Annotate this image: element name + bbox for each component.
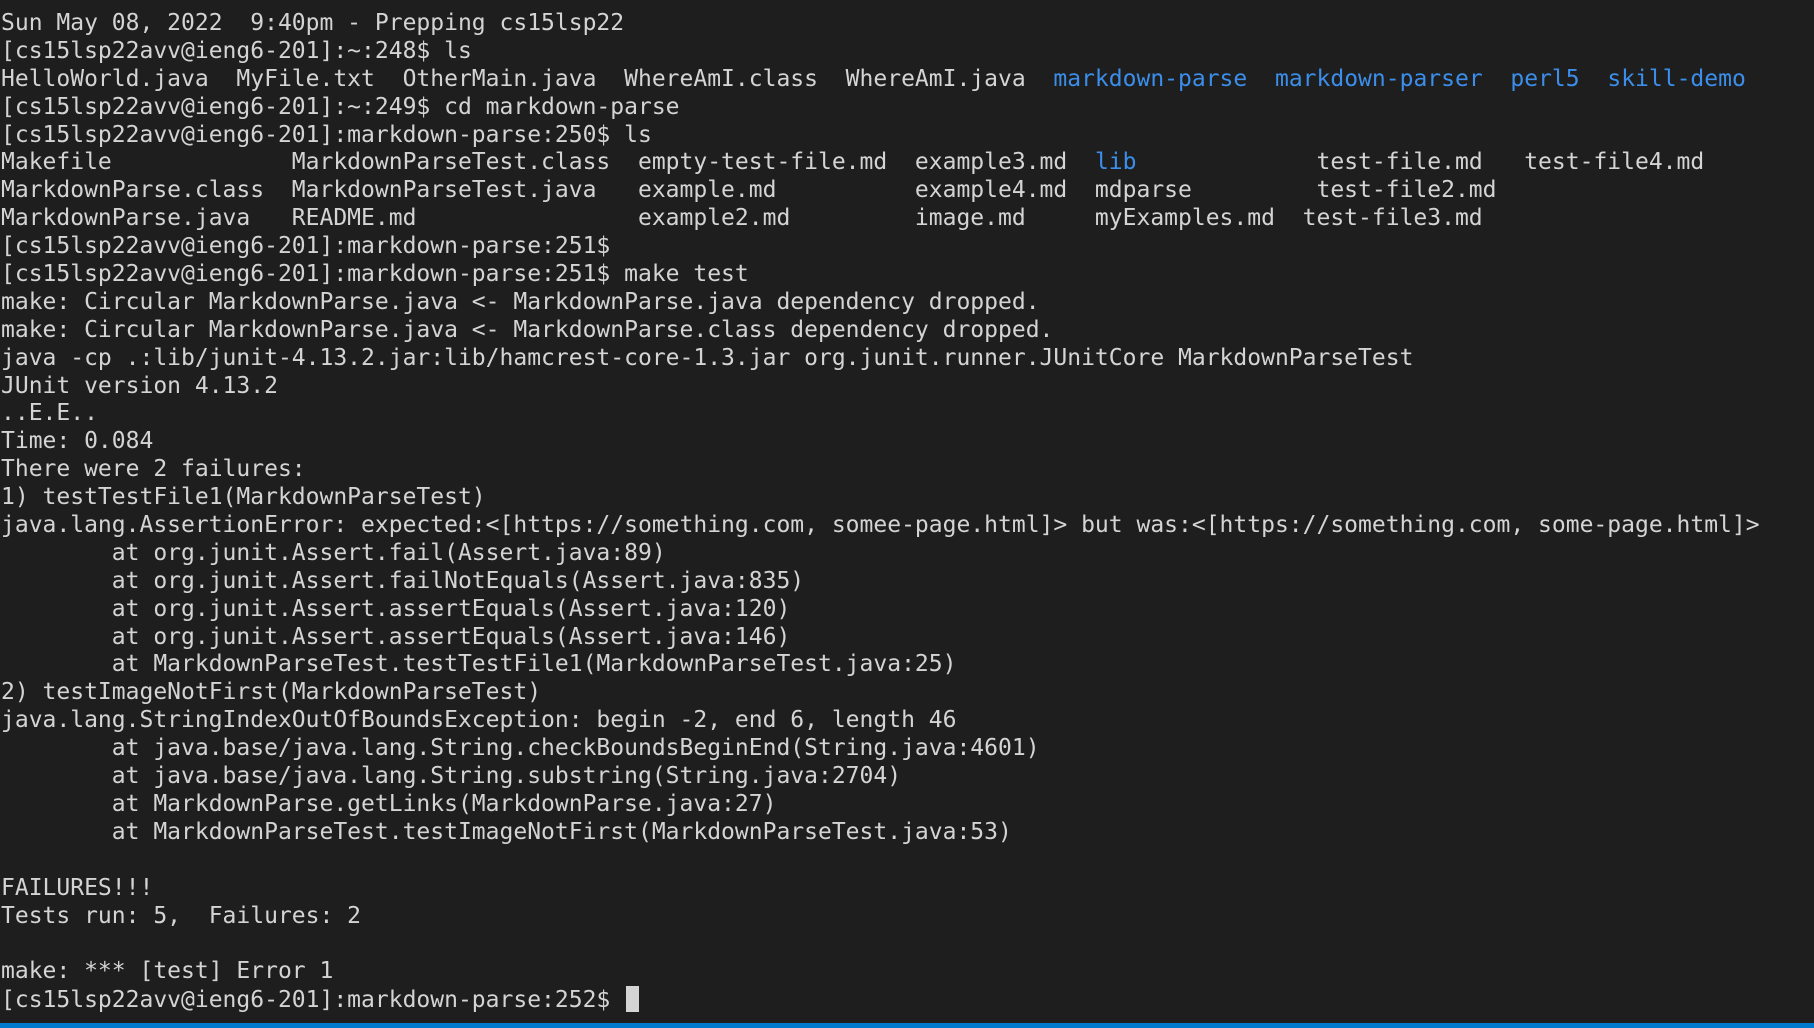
terminal-text: MarkdownParse.java README.md example2.md… [1, 205, 1483, 232]
terminal-text: 2) testImageNotFirst(MarkdownParseTest) [1, 679, 542, 706]
terminal-text: test-file.md test-file4.md [1136, 149, 1705, 176]
directory-name: perl5 [1510, 65, 1580, 92]
terminal-line: java.lang.StringIndexOutOfBoundsExceptio… [1, 707, 1814, 735]
terminal-text: Time: 0.084 [1, 428, 154, 455]
terminal-line: at java.base/java.lang.String.checkBound… [1, 735, 1814, 763]
terminal-line: [cs15lsp22avv@ieng6-201]:~:248$ ls [1, 38, 1814, 66]
terminal-line: 1) testTestFile1(MarkdownParseTest) [1, 484, 1814, 512]
terminal-text: There were 2 failures: [1, 456, 306, 483]
terminal-cursor[interactable] [626, 986, 640, 1013]
terminal-text: java -cp .:lib/junit-4.13.2.jar:lib/hamc… [1, 344, 1414, 371]
terminal-text: 1) testTestFile1(MarkdownParseTest) [1, 484, 486, 511]
terminal-text: FAILURES!!! [1, 874, 154, 901]
terminal-line: There were 2 failures: [1, 456, 1814, 484]
terminal-line: make: *** [test] Error 1 [1, 958, 1814, 986]
terminal-line: MarkdownParse.class MarkdownParseTest.ja… [1, 177, 1814, 205]
terminal-text: at org.junit.Assert.fail(Assert.java:89) [1, 539, 666, 566]
terminal-line: [cs15lsp22avv@ieng6-201]:markdown-parse:… [1, 986, 1814, 1014]
terminal-text: [cs15lsp22avv@ieng6-201]:markdown-parse:… [1, 121, 652, 148]
terminal-line: at MarkdownParse.getLinks(MarkdownParse.… [1, 791, 1814, 819]
status-bar [0, 1023, 1814, 1028]
terminal-line: Time: 0.084 [1, 428, 1814, 456]
directory-name: skill-demo [1607, 65, 1746, 92]
terminal-text: at MarkdownParseTest.testImageNotFirst(M… [1, 818, 1012, 845]
directory-name: markdown-parser [1274, 65, 1483, 92]
terminal-text: Tests run: 5, Failures: 2 [1, 902, 362, 929]
terminal-line: at org.junit.Assert.assertEquals(Assert.… [1, 596, 1814, 624]
terminal-text: Makefile MarkdownParseTest.class empty-t… [1, 149, 1095, 176]
terminal-line: [cs15lsp22avv@ieng6-201]:markdown-parse:… [1, 122, 1814, 150]
terminal-text: make: *** [test] Error 1 [1, 958, 334, 985]
terminal-line: at org.junit.Assert.fail(Assert.java:89) [1, 540, 1814, 568]
terminal-line: MarkdownParse.java README.md example2.md… [1, 205, 1814, 233]
terminal-text: [cs15lsp22avv@ieng6-201]:markdown-parse:… [1, 987, 625, 1014]
terminal-line: 2) testImageNotFirst(MarkdownParseTest) [1, 679, 1814, 707]
terminal-line: at MarkdownParseTest.testTestFile1(Markd… [1, 651, 1814, 679]
terminal-line: ..E.E.. [1, 400, 1814, 428]
terminal-text: make: Circular MarkdownParse.java <- Mar… [1, 288, 1040, 315]
terminal-text: at org.junit.Assert.assertEquals(Assert.… [1, 623, 791, 650]
terminal-output[interactable]: Sun May 08, 2022 9:40pm - Prepping cs15l… [1, 10, 1814, 1014]
terminal-line: make: Circular MarkdownParse.java <- Mar… [1, 317, 1814, 345]
terminal-text: at org.junit.Assert.failNotEquals(Assert… [1, 567, 805, 594]
terminal-line: JUnit version 4.13.2 [1, 373, 1814, 401]
terminal-text: at java.base/java.lang.String.checkBound… [1, 735, 1040, 762]
terminal-line: java -cp .:lib/junit-4.13.2.jar:lib/hamc… [1, 345, 1814, 373]
terminal-text: [cs15lsp22avv@ieng6-201]:~:248$ ls [1, 37, 472, 64]
terminal-line: FAILURES!!! [1, 875, 1814, 903]
terminal-line: Sun May 08, 2022 9:40pm - Prepping cs15l… [1, 10, 1814, 38]
terminal-line: at org.junit.Assert.failNotEquals(Assert… [1, 568, 1814, 596]
terminal-text: ..E.E.. [1, 400, 98, 427]
terminal-text: [cs15lsp22avv@ieng6-201]:markdown-parse:… [1, 233, 611, 260]
directory-name: lib [1094, 149, 1137, 176]
terminal-line: [cs15lsp22avv@ieng6-201]:markdown-parse:… [1, 261, 1814, 289]
terminal-line: make: Circular MarkdownParse.java <- Mar… [1, 289, 1814, 317]
terminal-line: at MarkdownParseTest.testImageNotFirst(M… [1, 819, 1814, 847]
terminal-line: Tests run: 5, Failures: 2 [1, 903, 1814, 931]
terminal-text: at java.base/java.lang.String.substring(… [1, 763, 902, 790]
terminal-line: [cs15lsp22avv@ieng6-201]:markdown-parse:… [1, 233, 1814, 261]
terminal-line: at java.base/java.lang.String.substring(… [1, 763, 1814, 791]
terminal-text: [cs15lsp22avv@ieng6-201]:markdown-parse:… [1, 261, 749, 288]
terminal-text: make: Circular MarkdownParse.java <- Mar… [1, 316, 1054, 343]
terminal-text: JUnit version 4.13.2 [1, 372, 278, 399]
terminal-line: at org.junit.Assert.assertEquals(Assert.… [1, 624, 1814, 652]
terminal-text: MarkdownParse.class MarkdownParseTest.ja… [1, 177, 1497, 204]
terminal-text: java.lang.AssertionError: expected:<[htt… [1, 512, 1760, 539]
terminal-text: java.lang.StringIndexOutOfBoundsExceptio… [1, 707, 957, 734]
terminal-line: Makefile MarkdownParseTest.class empty-t… [1, 149, 1814, 177]
terminal-line: java.lang.AssertionError: expected:<[htt… [1, 512, 1814, 540]
terminal-text: [cs15lsp22avv@ieng6-201]:~:249$ cd markd… [1, 93, 680, 120]
directory-name: markdown-parse [1053, 65, 1248, 92]
terminal-text: at org.junit.Assert.assertEquals(Assert.… [1, 595, 791, 622]
terminal-text: at MarkdownParse.getLinks(MarkdownParse.… [1, 790, 777, 817]
terminal-line: HelloWorld.java MyFile.txt OtherMain.jav… [1, 66, 1814, 94]
terminal-text: HelloWorld.java MyFile.txt OtherMain.jav… [1, 65, 1054, 92]
terminal-text: at MarkdownParseTest.testTestFile1(Markd… [1, 651, 957, 678]
terminal-text: Sun May 08, 2022 9:40pm - Prepping cs15l… [1, 10, 625, 36]
terminal-line: [cs15lsp22avv@ieng6-201]:~:249$ cd markd… [1, 94, 1814, 122]
